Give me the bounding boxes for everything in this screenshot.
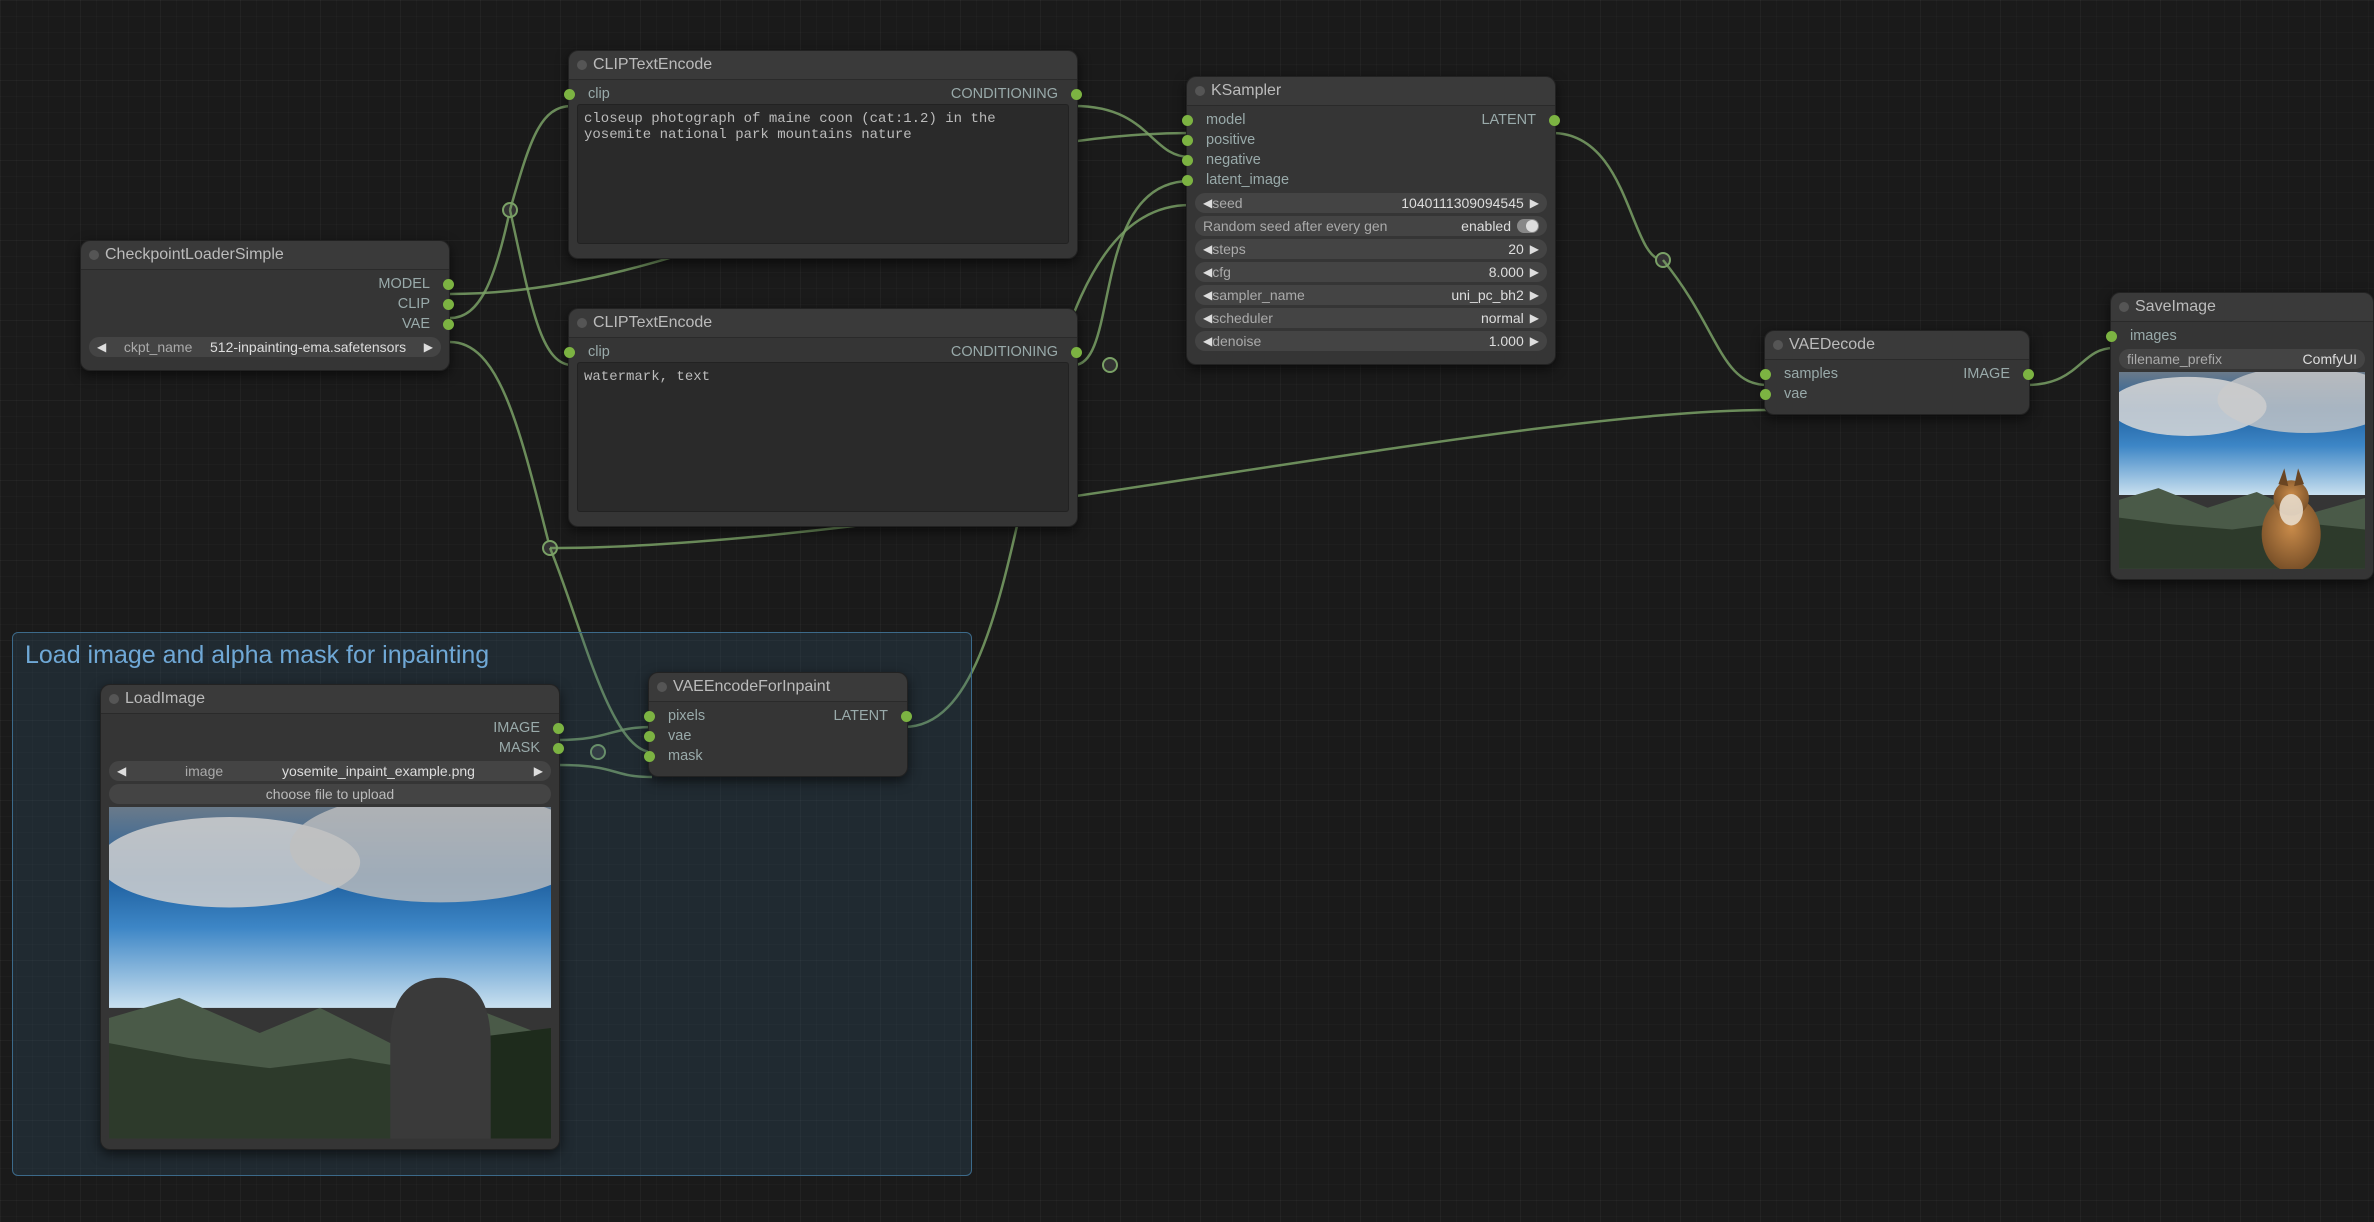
output-conditioning[interactable]: CONDITIONING	[941, 344, 1068, 360]
port-dot[interactable]	[1760, 389, 1771, 400]
arrow-right-icon[interactable]: ▶	[1530, 288, 1539, 302]
port-dot[interactable]	[564, 89, 575, 100]
loaded-image-preview	[109, 807, 551, 1139]
widget-seed[interactable]: ◀ seed 1040111309094545 ▶	[1195, 193, 1547, 213]
node-clip-text-encode-negative[interactable]: CLIPTextEncode clip CONDITIONING	[568, 308, 1078, 527]
node-save-image[interactable]: SaveImage images filename_prefix ComfyUI	[2110, 292, 2374, 580]
node-title[interactable]: CLIPTextEncode	[569, 51, 1077, 80]
node-title[interactable]: CheckpointLoaderSimple	[81, 241, 449, 270]
widget-steps[interactable]: ◀ steps 20 ▶	[1195, 239, 1547, 259]
input-negative[interactable]: negative	[1196, 152, 1271, 168]
widget-ckpt-name[interactable]: ◀ ckpt_name 512-inpainting-ema.safetenso…	[89, 337, 441, 357]
port-dot[interactable]	[443, 299, 454, 310]
node-title[interactable]: KSampler	[1187, 77, 1555, 106]
port-dot[interactable]	[1071, 347, 1082, 358]
output-image[interactable]: IMAGE	[483, 720, 550, 736]
port-dot[interactable]	[2023, 369, 2034, 380]
input-vae[interactable]: vae	[658, 728, 701, 744]
node-vae-encode-inpaint[interactable]: VAEEncodeForInpaint pixels LATENT vae ma…	[648, 672, 908, 777]
input-clip[interactable]: clip	[578, 86, 620, 102]
arrow-left-icon[interactable]: ◀	[1203, 196, 1212, 210]
widget-cfg[interactable]: ◀ cfg 8.000 ▶	[1195, 262, 1547, 282]
arrow-left-icon[interactable]: ◀	[1203, 334, 1212, 348]
widget-filename-prefix[interactable]: filename_prefix ComfyUI	[2119, 349, 2365, 369]
arrow-left-icon[interactable]: ◀	[1203, 288, 1212, 302]
widget-scheduler[interactable]: ◀ scheduler normal ▶	[1195, 308, 1547, 328]
arrow-right-icon[interactable]: ▶	[534, 764, 543, 778]
port-dot[interactable]	[2106, 331, 2117, 342]
input-pixels[interactable]: pixels	[658, 708, 715, 724]
node-title[interactable]: VAEEncodeForInpaint	[649, 673, 907, 702]
input-mask[interactable]: mask	[658, 748, 713, 764]
output-latent[interactable]: LATENT	[823, 708, 898, 724]
arrow-right-icon[interactable]: ▶	[1530, 242, 1539, 256]
arrow-right-icon[interactable]: ▶	[1530, 311, 1539, 325]
widget-random-seed-toggle[interactable]: Random seed after every gen enabled	[1195, 216, 1547, 236]
input-vae[interactable]: vae	[1774, 386, 1817, 402]
prompt-textarea[interactable]	[577, 104, 1069, 244]
toggle-switch[interactable]	[1517, 219, 1539, 233]
prompt-textarea[interactable]	[577, 362, 1069, 512]
input-samples[interactable]: samples	[1774, 366, 1848, 382]
output-model[interactable]: MODEL	[368, 276, 440, 292]
node-load-image[interactable]: LoadImage IMAGE MASK ◀ image yosemite_in…	[100, 684, 560, 1150]
output-vae[interactable]: VAE	[392, 316, 440, 332]
input-latent-image[interactable]: latent_image	[1196, 172, 1299, 188]
node-title[interactable]: LoadImage	[101, 685, 559, 714]
arrow-right-icon[interactable]: ▶	[1530, 334, 1539, 348]
port-dot[interactable]	[644, 731, 655, 742]
node-clip-text-encode-positive[interactable]: CLIPTextEncode clip CONDITIONING	[568, 50, 1078, 259]
port-dot[interactable]	[553, 723, 564, 734]
port-dot[interactable]	[1182, 175, 1193, 186]
port-dot[interactable]	[1182, 115, 1193, 126]
arrow-left-icon[interactable]: ◀	[1203, 242, 1212, 256]
output-image[interactable]: IMAGE	[1953, 366, 2020, 382]
node-ksampler[interactable]: KSampler model LATENT positive negative …	[1186, 76, 1556, 365]
widget-image-name[interactable]: ◀ image yosemite_inpaint_example.png ▶	[109, 761, 551, 781]
arrow-left-icon[interactable]: ◀	[117, 764, 126, 778]
port-dot[interactable]	[564, 347, 575, 358]
input-clip[interactable]: clip	[578, 344, 620, 360]
port-dot[interactable]	[1182, 155, 1193, 166]
arrow-right-icon[interactable]: ▶	[1530, 196, 1539, 210]
arrow-left-icon[interactable]: ◀	[1203, 311, 1212, 325]
output-mask[interactable]: MASK	[489, 740, 550, 756]
output-latent[interactable]: LATENT	[1471, 112, 1546, 128]
input-positive[interactable]: positive	[1196, 132, 1265, 148]
node-title[interactable]: VAEDecode	[1765, 331, 2029, 360]
port-dot[interactable]	[644, 751, 655, 762]
node-vae-decode[interactable]: VAEDecode samples IMAGE vae	[1764, 330, 2030, 415]
input-model[interactable]: model	[1196, 112, 1256, 128]
output-conditioning[interactable]: CONDITIONING	[941, 86, 1068, 102]
port-dot[interactable]	[443, 319, 454, 330]
arrow-right-icon[interactable]: ▶	[424, 340, 433, 354]
output-image-preview	[2119, 372, 2365, 569]
arrow-left-icon[interactable]: ◀	[97, 340, 106, 354]
node-title[interactable]: CLIPTextEncode	[569, 309, 1077, 338]
input-images[interactable]: images	[2120, 328, 2187, 344]
port-dot[interactable]	[1760, 369, 1771, 380]
node-checkpoint-loader[interactable]: CheckpointLoaderSimple MODEL CLIP VAE ◀ …	[80, 240, 450, 371]
port-dot[interactable]	[1182, 135, 1193, 146]
widget-denoise[interactable]: ◀ denoise 1.000 ▶	[1195, 331, 1547, 351]
port-dot[interactable]	[1549, 115, 1560, 126]
arrow-right-icon[interactable]: ▶	[1530, 265, 1539, 279]
node-title[interactable]: SaveImage	[2111, 293, 2373, 322]
arrow-left-icon[interactable]: ◀	[1203, 265, 1212, 279]
port-dot[interactable]	[443, 279, 454, 290]
choose-file-button[interactable]: choose file to upload	[109, 784, 551, 804]
widget-sampler-name[interactable]: ◀ sampler_name uni_pc_bh2 ▶	[1195, 285, 1547, 305]
port-dot[interactable]	[901, 711, 912, 722]
port-dot[interactable]	[1071, 89, 1082, 100]
port-dot[interactable]	[553, 743, 564, 754]
output-clip[interactable]: CLIP	[388, 296, 440, 312]
port-dot[interactable]	[644, 711, 655, 722]
